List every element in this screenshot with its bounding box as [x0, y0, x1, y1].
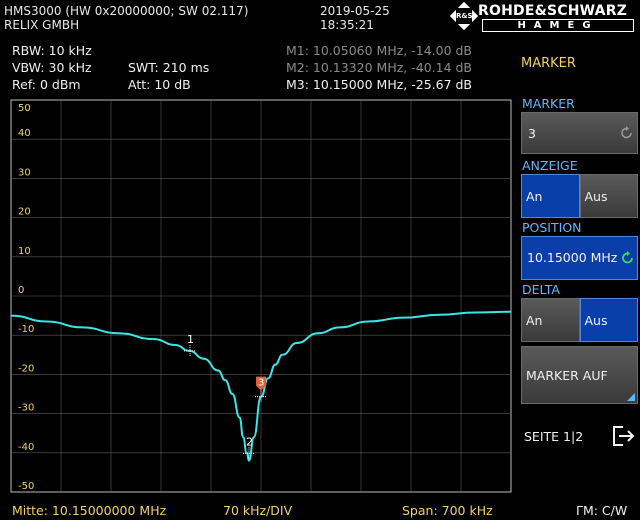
rotary-knob-icon: [622, 251, 633, 264]
company-name: RELIX GMBH: [4, 18, 80, 32]
y-tick-label: 30: [18, 167, 31, 178]
rohde-schwarz-logo: R&S ROHDE&SCHWARZ HAMEG: [449, 1, 638, 32]
y-tick-label: 50: [18, 103, 31, 114]
marker-up-button[interactable]: MARKER AUF: [521, 346, 638, 404]
display-on-option[interactable]: An: [521, 174, 580, 218]
device-info: HMS3000 (HW 0x20000000; SW 02.117): [4, 4, 249, 18]
marker-number: 2: [246, 435, 253, 448]
delta-off-option[interactable]: Aus: [579, 298, 638, 342]
y-tick-label: 10: [18, 246, 31, 257]
marker-select-value: 3: [528, 126, 536, 141]
rbw-readout: RBW: 10 kHz: [12, 43, 92, 58]
menu-title: MARKER: [521, 56, 576, 71]
span-readout: Span: 700 kHz: [402, 503, 493, 518]
detector-mode: ΓM: C/W: [576, 503, 628, 518]
y-tick-label: 0: [18, 285, 24, 296]
position-label: POSITION: [522, 220, 582, 235]
ref-level-readout: Ref: 0 dBm: [12, 77, 81, 92]
display-toggle[interactable]: An Aus: [521, 174, 638, 218]
spectrum-plot[interactable]: 50 40 30 20 10 0 -10 -20 -30 -40 -50 1 2 3: [0, 98, 520, 500]
marker-select-button[interactable]: 3: [521, 112, 638, 154]
corner-arrow-icon: [627, 393, 635, 401]
vbw-readout: VBW: 30 kHz: [12, 60, 92, 75]
marker-number: 3: [258, 378, 264, 389]
y-tick-label: 40: [18, 128, 31, 139]
rotary-knob-icon: [621, 126, 632, 139]
delta-on-option[interactable]: An: [521, 298, 580, 342]
display-off-option[interactable]: Aus: [579, 174, 638, 218]
time-display: 18:35:21: [320, 18, 374, 32]
attenuation-readout: Att: 10 dB: [128, 77, 191, 92]
position-value: 10.15000 MHz: [527, 250, 618, 265]
position-field[interactable]: 10.15000 MHz: [521, 236, 638, 280]
page-indicator: SEITE 1|2: [524, 429, 584, 444]
logo-emblem-icon: R&S: [449, 1, 479, 31]
marker-up-label: MARKER AUF: [526, 368, 608, 383]
y-tick-label: -10: [18, 324, 34, 335]
y-tick-label: -20: [18, 363, 34, 374]
display-label: ANZEIGE: [522, 158, 578, 173]
marker-number: 1: [187, 333, 194, 346]
y-tick-label: -40: [18, 442, 34, 453]
marker-select-label: MARKER: [522, 96, 575, 111]
marker3-readout: M3: 10.15000 MHz, -25.67 dB: [286, 77, 473, 92]
y-tick-label: -50: [18, 481, 34, 492]
exit-menu-icon[interactable]: [610, 424, 636, 448]
frequency-per-division: 70 kHz/DIV: [223, 503, 293, 518]
y-tick-label: 20: [18, 207, 31, 218]
y-tick-label: -30: [18, 403, 34, 414]
center-frequency: Mitte: 10.15000000 MHz: [12, 503, 167, 518]
delta-label: DELTA: [522, 282, 560, 297]
marker2-readout: M2: 10.13320 MHz, -40.14 dB: [286, 60, 473, 75]
delta-toggle[interactable]: An Aus: [521, 298, 638, 342]
sweep-time-readout: SWT: 210 ms: [128, 60, 210, 75]
marker1-readout: M1: 10.05060 MHz, -14.00 dB: [286, 43, 473, 58]
date-display: 2019-05-25: [320, 4, 390, 18]
